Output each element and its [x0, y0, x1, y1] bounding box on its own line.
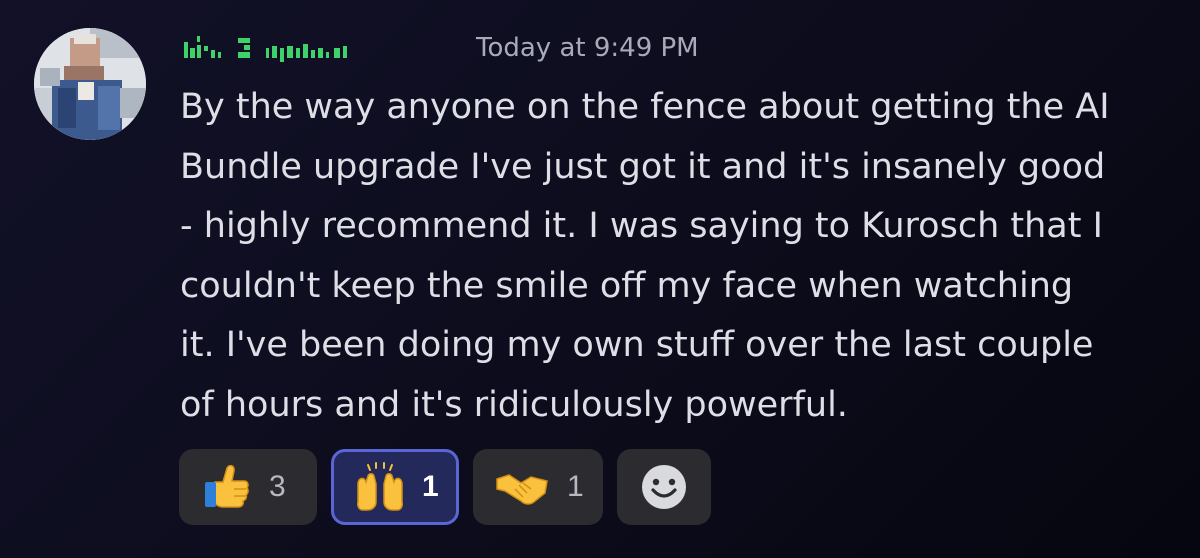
thumbs-up-icon	[201, 462, 251, 512]
message-text-line: couldn't keep the smile off my face when…	[180, 265, 1074, 306]
message-text-line: By the way anyone on the fence about get…	[180, 87, 1110, 127]
message-text-line: - highly recommend it. I was saying to K…	[180, 206, 1103, 246]
reaction-bar: 3 1 1	[179, 449, 725, 525]
message-header: Today at 9:49 PM	[182, 28, 699, 68]
chat-message: Today at 9:49 PM By the way anyone on th…	[0, 0, 1200, 558]
add-reaction-button[interactable]	[617, 449, 711, 525]
raising-hands-icon	[354, 462, 406, 512]
reaction-count: 1	[422, 470, 439, 503]
username-redacted[interactable]	[182, 28, 458, 68]
handshake-icon	[495, 467, 549, 507]
reaction-count: 1	[567, 470, 584, 503]
reaction-handshake[interactable]: 1	[473, 449, 603, 525]
reaction-count: 3	[269, 470, 286, 503]
message-timestamp[interactable]: Today at 9:49 PM	[476, 28, 699, 68]
message-content: By the way anyone on the fence about get…	[180, 78, 1170, 435]
avatar[interactable]	[34, 28, 146, 140]
reaction-thumbs-up[interactable]: 3	[179, 449, 317, 525]
smiley-face-icon	[640, 463, 688, 511]
message-text-line: Bundle upgrade I've just got it and it's…	[180, 146, 1106, 187]
message-text-line: of hours and it's ridiculously powerful.	[180, 384, 848, 425]
reaction-raising-hands[interactable]: 1	[331, 449, 459, 525]
message-text-line: it. I've been doing my own stuff over th…	[180, 325, 1094, 365]
